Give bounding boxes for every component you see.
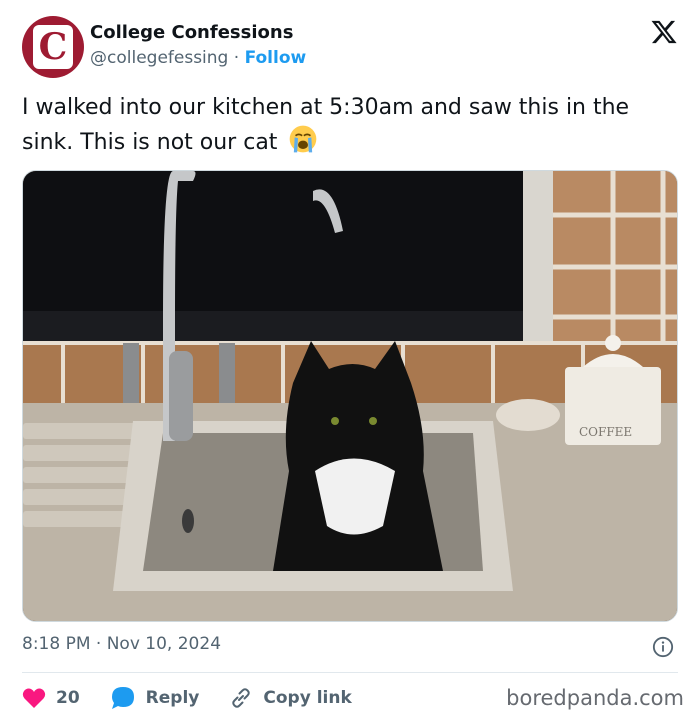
avatar-logo: C [33,25,73,69]
tweet-photo[interactable]: COFFEE [22,170,678,622]
account-handle[interactable]: @collegefessing [90,48,228,68]
tweet-timestamp[interactable]: 8:18 PM · Nov 10, 2024 [22,634,221,654]
reply-bubble-icon [111,687,134,709]
divider [22,672,678,673]
tweet-time: 8:18 PM [22,634,91,654]
reply-label: Reply [145,688,200,708]
tweet-date: Nov 10, 2024 [106,634,222,654]
watermark: boredpanda.com [506,686,684,710]
link-icon [232,688,251,708]
follow-button[interactable]: Follow [245,48,307,68]
copy-link-label: Copy link [263,688,352,708]
coffee-jar-label: COFFEE [579,425,632,439]
reply-button[interactable]: Reply [110,686,200,710]
timestamp-separator: · [95,634,102,654]
account-name[interactable]: College Confessions [90,22,293,43]
copy-link-button[interactable]: Copy link [229,686,352,710]
account-subline: @collegefessing · Follow [90,48,306,68]
tweet-actions: 20 Reply Copy link [22,684,382,712]
subline-separator: · [233,48,240,68]
tweet-header: C College Confessions @collegefessing · … [22,16,682,78]
x-logo-icon[interactable] [650,18,678,46]
loudly-crying-face-icon [290,125,317,153]
info-icon[interactable] [652,636,674,658]
tweet-body: I walked into our kitchen at 5:30am and … [22,95,630,155]
like-count: 20 [56,688,80,708]
tweet-text: I walked into our kitchen at 5:30am and … [22,92,682,159]
avatar[interactable]: C [22,16,84,78]
heart-icon [22,688,46,708]
cat-in-sink-image: COFFEE [23,171,677,621]
like-button[interactable]: 20 [22,687,80,709]
